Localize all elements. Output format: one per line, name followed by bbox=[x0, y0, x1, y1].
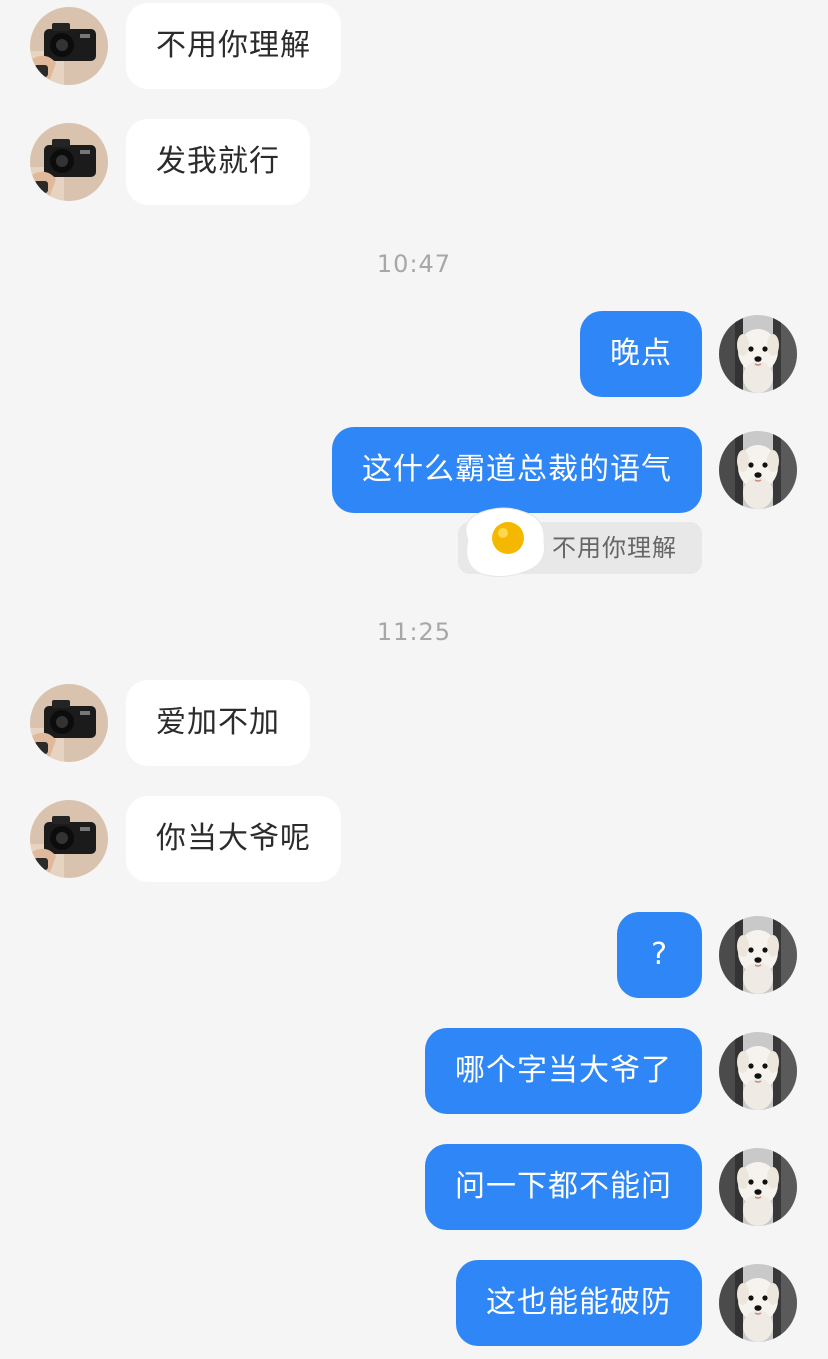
outgoing-message-bubble[interactable]: 问一下都不能问 bbox=[425, 1144, 702, 1230]
message-row: 这什么霸道总裁的语气 bbox=[0, 427, 828, 513]
camera-avatar-icon[interactable] bbox=[30, 123, 108, 201]
camera-avatar-icon[interactable] bbox=[30, 684, 108, 762]
white-dog-avatar-icon[interactable] bbox=[719, 1148, 797, 1226]
message-row: 发我就行 bbox=[0, 119, 828, 205]
white-dog-avatar-icon[interactable] bbox=[719, 916, 797, 994]
camera-avatar-icon[interactable] bbox=[30, 7, 108, 85]
message-row: 你当大爷呢 bbox=[0, 796, 828, 882]
camera-avatar-icon[interactable] bbox=[30, 800, 108, 878]
fried-egg-icon bbox=[465, 507, 546, 578]
incoming-message-bubble[interactable]: 不用你理解 bbox=[126, 3, 341, 89]
timestamp: 11:25 bbox=[376, 618, 452, 646]
incoming-message-bubble[interactable]: 发我就行 bbox=[126, 119, 310, 205]
message-row: 问一下都不能问 bbox=[0, 1144, 828, 1230]
outgoing-message-bubble[interactable]: 哪个字当大爷了 bbox=[425, 1028, 702, 1114]
outgoing-message-bubble[interactable]: 这什么霸道总裁的语气 bbox=[332, 427, 702, 513]
outgoing-message-bubble[interactable]: 这也能能破防 bbox=[456, 1260, 702, 1346]
message-row: 这也能能破防 bbox=[0, 1260, 828, 1346]
white-dog-avatar-icon[interactable] bbox=[719, 315, 797, 393]
message-row: 不用你理解 bbox=[0, 3, 828, 89]
white-dog-avatar-icon[interactable] bbox=[719, 1264, 797, 1342]
outgoing-message-bubble[interactable]: ? bbox=[617, 912, 702, 998]
outgoing-message-bubble[interactable]: 晚点 bbox=[580, 311, 702, 397]
message-row: 晚点 bbox=[0, 311, 828, 397]
timestamp: 10:47 bbox=[376, 250, 452, 278]
message-row: 爱加不加 bbox=[0, 680, 828, 766]
white-dog-avatar-icon[interactable] bbox=[719, 431, 797, 509]
incoming-message-bubble[interactable]: 你当大爷呢 bbox=[126, 796, 341, 882]
incoming-message-bubble[interactable]: 爱加不加 bbox=[126, 680, 310, 766]
message-row: 哪个字当大爷了 bbox=[0, 1028, 828, 1114]
message-row: ? bbox=[0, 912, 828, 998]
white-dog-avatar-icon[interactable] bbox=[719, 1032, 797, 1110]
